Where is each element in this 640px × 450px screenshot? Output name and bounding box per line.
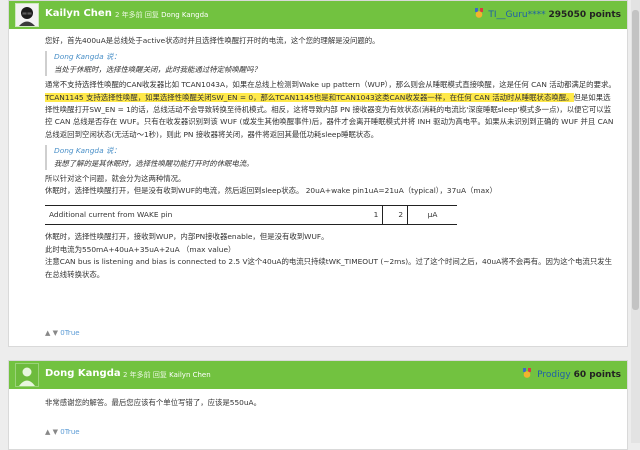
avatar[interactable] [15,363,39,387]
post-author[interactable]: Kailyn Chen [45,8,112,19]
post-body: 您好，首先400uA是总线处于active状态时并且选择性唤醒打开时的电流，这个… [45,35,617,281]
reply-to-user[interactable]: Dong Kangda [161,11,208,19]
post-meta: 2 年多前 回复 Kailyn Chen [123,370,211,380]
table-cell-param: Additional current from WAKE pin [45,204,309,226]
post-time: 2 年多前 [123,371,151,379]
paragraph: 非常感谢您的解答。最后您应该有个单位写错了，应该是550uA。 [45,398,262,407]
scrollbar-thumb[interactable] [632,10,639,310]
paragraph: 休眠时，选择性唤醒打开，接收到WUP，内部PN接收器enable，但是没有收到W… [45,232,329,242]
vote-control[interactable]: ▲ ▼ 0True [45,329,80,337]
table-cell-max: 2 [382,204,409,226]
vote-count: 0True [60,329,80,337]
reply-label: 回复 [144,11,159,19]
vote-arrows[interactable]: ▲ ▼ [45,428,58,436]
paragraph: 注意CAN bus is listening and bias is conne… [45,257,612,279]
reply-label: 回复 [152,371,167,379]
explanation-paragraph: 通常不支持选择性唤醒的CAN收发器比如 TCAN1043A，如果在总线上检测到W… [45,79,617,141]
rank-name[interactable]: Prodigy [537,370,571,380]
rank-name[interactable]: TI__Guru**** [488,10,545,20]
user-points: 60 points [573,370,621,380]
reply-post-kailyn: Kailyn Chen 2 年多前 回复 Dong Kangda TI__Gur… [8,0,628,347]
user-rank: Prodigy 60 points [522,368,621,380]
reply-post-dong: Dong Kangda 2 年多前 回复 Kailyn Chen Prodigy… [8,360,628,450]
highlighted-text: TCAN1145 支持选择性唤醒，如果选择性唤醒关闭SW_EN = 0，那么TC… [45,92,574,102]
table-cell-unit: μA [407,204,457,226]
post-header: Dong Kangda 2 年多前 回复 Kailyn Chen Prodigy… [9,361,627,389]
avatar-image [16,364,38,386]
avatar[interactable] [15,3,39,27]
post-author[interactable]: Dong Kangda [45,368,121,379]
intro-text: 您好，首先400uA是总线处于active状态时并且选择性唤醒打开时的电流，这个… [45,36,380,45]
post-time: 2 年多前 [115,11,143,19]
spec-table: Additional current from WAKE pin 1 2 μA [45,204,457,226]
avatar-image [16,4,38,26]
reply-to-user[interactable]: Kailyn Chen [169,371,211,379]
explanation-part-a: 通常不支持选择性唤醒的CAN收发器比如 TCAN1043A，如果在总线上检测到W… [45,80,616,90]
paragraph: 所以针对这个问题，就会分为这两种情况。 [45,174,186,184]
medal-icon [474,8,483,18]
table-row: Additional current from WAKE pin 1 2 μA [45,204,457,226]
vote-count: 0True [60,428,80,436]
user-rank: TI__Guru**** 295050 points [474,8,621,20]
quote-author: Dong Kangda 说： [54,52,121,62]
vote-control[interactable]: ▲ ▼ 0True [45,428,80,436]
quote-text: 当处于休眠时，选择性唤醒关闭，此时我能通过特定帧唤醒吗？ [54,64,261,74]
quote-author: Dong Kangda 说： [54,146,121,156]
paragraph: 此时电流为550mA+40uA+35uA+2uA （max value） [45,244,236,254]
medal-icon [523,368,532,378]
quote-block: Dong Kangda 说： 当处于休眠时，选择性唤醒关闭，此时我能通过特定帧唤… [45,51,617,77]
vote-arrows[interactable]: ▲ ▼ [45,329,58,337]
quote-block: Dong Kangda 说： 我想了解的是其休眠时，选择性唤醒功能打开时的休眠电… [45,145,617,171]
table-cell-typ: 1 [308,204,384,226]
post-meta: 2 年多前 回复 Dong Kangda [115,10,208,20]
post-header: Kailyn Chen 2 年多前 回复 Dong Kangda TI__Gur… [9,1,627,29]
paragraph: 休眠时，选择性唤醒打开，但是没有收到WUF的电流，然后返回到sleep状态。 2… [45,186,497,196]
post-body: 非常感谢您的解答。最后您应该有个单位写错了，应该是550uA。 [45,397,617,409]
user-points: 295050 points [548,10,621,20]
quote-text: 我想了解的是其休眠时，选择性唤醒功能打开时的休眠电流。 [54,158,254,168]
